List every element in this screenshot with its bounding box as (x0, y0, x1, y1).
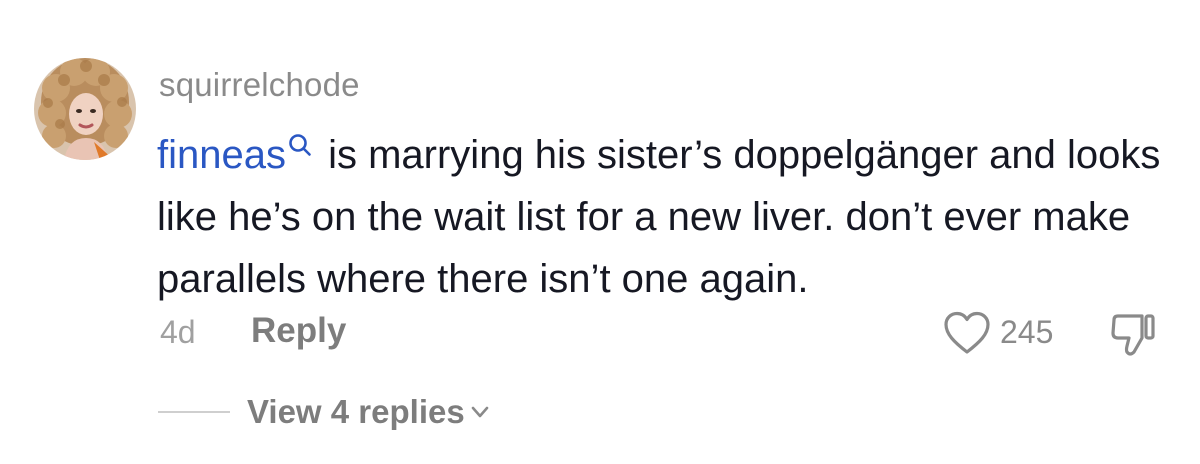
chevron-down-icon (471, 406, 489, 418)
avatar[interactable] (34, 58, 136, 160)
view-replies-button[interactable]: View 4 replies (247, 393, 491, 431)
thumbs-down-icon[interactable] (1108, 310, 1158, 358)
comment-body: is marrying his sister’s doppelgänger an… (157, 133, 1161, 301)
search-icon (289, 134, 311, 156)
view-replies-label: View 4 replies (247, 393, 465, 430)
comment-text: finneas is marrying his sister’s doppelg… (157, 124, 1167, 310)
heart-icon[interactable] (942, 310, 992, 356)
like-count: 245 (1000, 314, 1054, 350)
mention-link[interactable]: finneas (157, 133, 286, 177)
comment-age: 4d (160, 314, 196, 350)
username[interactable]: squirrelchode (159, 66, 360, 104)
reply-button[interactable]: Reply (251, 311, 346, 351)
divider (158, 411, 230, 413)
